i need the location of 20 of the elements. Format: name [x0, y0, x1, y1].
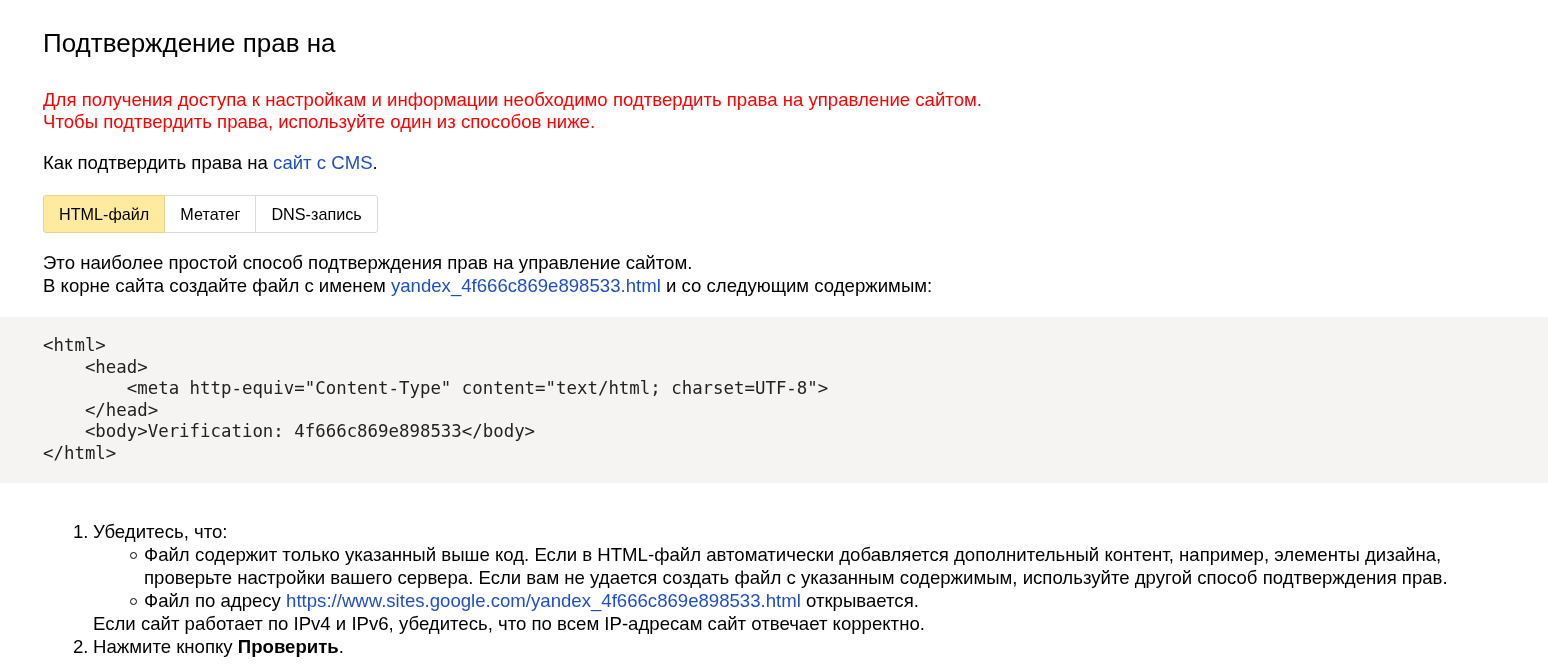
- method-tab[interactable]: HTML-файл: [43, 195, 166, 233]
- step-number: 1.: [73, 520, 90, 544]
- page-title: Подтверждение прав на: [43, 27, 337, 60]
- intro-text: Как подтвердить права на сайт с CMS.: [43, 152, 379, 174]
- cms-link[interactable]: сайт с CMS: [273, 152, 373, 173]
- step-number: 2.: [73, 635, 90, 658]
- description-text: В корне сайта создайте файл с именем yandex_4f666c869e898533.html и со следующим содержимым:: [43, 274, 934, 297]
- step-text: Нажмите кнопку Проверить.: [93, 635, 345, 658]
- checklist-text: Файл по адресу https://www.sites.google.com/yandex_4f666c869e898533.html открывается.: [144, 589, 920, 612]
- step-text: Убедитесь, что:: [93, 520, 229, 543]
- warning-text: Чтобы подтвердить права, используйте один из способов ниже.: [43, 111, 597, 133]
- code-block: <html> <head> <meta http-equiv="Content-Type" content="text/html; charset=UTF-8"> </head> <body>Verification: 4f666c869e898533</body> </html>: [0, 317, 1548, 483]
- warning-text: Для получения доступа к настройкам и информации необходимо подтвердить права на управление сайтом.: [43, 89, 983, 111]
- checklist-text: Файл содержит только указанный выше код. Если в HTML-файл автоматически добавляется дополнительный контент, например, элементы дизайна, проверьте настройки вашего сервера. Если вам не удается создать файл с указанным содержимым, используйте другой способ подтверждения прав.: [144, 543, 1449, 589]
- method-tab[interactable]: Метатег: [164, 195, 257, 233]
- note-text: Если сайт работает по IPv4 и IPv6, убедитесь, что по всем IP-адресам сайт отвечает корректно.: [93, 612, 926, 635]
- description-text: Это наиболее простой способ подтверждения прав на управление сайтом.: [43, 251, 694, 274]
- file-name-link[interactable]: yandex_4f666c869e898533.html: [390, 275, 661, 296]
- file-url-link[interactable]: https://www.sites.google.com/yandex_4f666c869e898533.html: [286, 590, 801, 611]
- method-tab[interactable]: DNS-запись: [255, 195, 378, 233]
